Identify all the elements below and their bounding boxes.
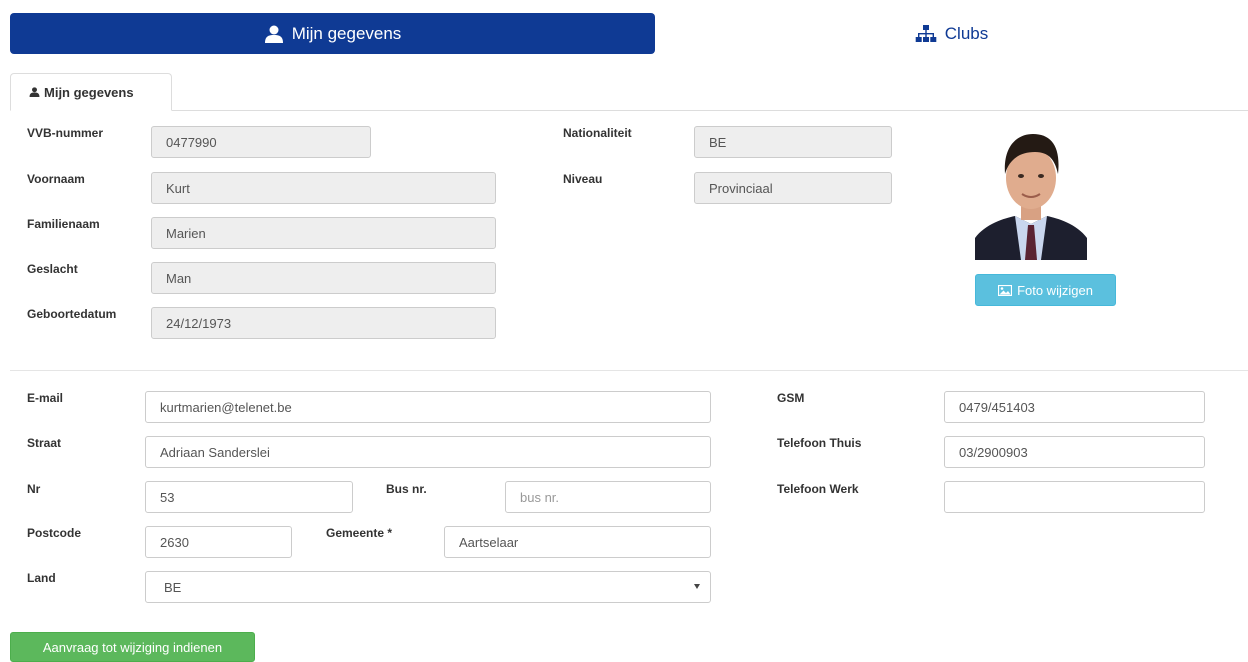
nationality-field: BE: [694, 126, 892, 158]
tab-mijn-gegevens[interactable]: Mijn gegevens: [10, 73, 172, 111]
nav-clubs[interactable]: Clubs: [655, 13, 1248, 54]
top-navigation: Mijn gegevens Clubs: [10, 13, 1248, 54]
email-label: E-mail: [27, 391, 64, 405]
country-selected-value: BE: [164, 579, 182, 595]
lastname-label: Familienaam: [27, 217, 100, 231]
level-field: Provinciaal: [694, 172, 892, 204]
work-phone-input[interactable]: [944, 481, 1205, 513]
country-label: Land: [27, 571, 56, 585]
country-select[interactable]: BE: [145, 571, 711, 603]
sitemap-icon: [915, 24, 937, 42]
chevron-down-icon: [694, 584, 700, 589]
bus-input[interactable]: [505, 481, 711, 513]
street-label: Straat: [27, 436, 62, 450]
postcode-label: Postcode: [27, 526, 82, 540]
vvb-label: VVB-nummer: [27, 126, 104, 140]
gsm-label: GSM: [777, 391, 805, 405]
gender-label: Geslacht: [27, 262, 78, 276]
change-photo-button[interactable]: Foto wijzigen: [975, 274, 1116, 306]
street-input[interactable]: [145, 436, 711, 468]
postcode-input[interactable]: [145, 526, 292, 558]
vvb-field: 0477990: [151, 126, 371, 158]
submit-label: Aanvraag tot wijziging indienen: [42, 639, 223, 655]
bus-label: Bus nr.: [386, 482, 427, 496]
gsm-input[interactable]: [944, 391, 1205, 423]
section-divider: [10, 370, 1248, 371]
tab-label: Mijn gegevens: [44, 84, 134, 100]
nr-input[interactable]: [145, 481, 353, 513]
firstname-label: Voornaam: [27, 172, 85, 186]
home-phone-label: Telefoon Thuis: [777, 436, 862, 450]
user-icon: [29, 87, 40, 97]
change-photo-label: Foto wijzigen: [1017, 282, 1093, 298]
nav-mijn-gegevens[interactable]: Mijn gegevens: [10, 13, 655, 54]
tab-divider: [10, 110, 1248, 111]
city-label: Gemeente *: [326, 526, 393, 540]
lastname-field: Marien: [151, 217, 496, 249]
image-icon: [998, 284, 1013, 296]
nationality-label: Nationaliteit: [563, 126, 632, 140]
work-phone-label: Telefoon Werk: [777, 482, 859, 496]
user-icon: [264, 25, 283, 43]
profile-photo: [975, 128, 1087, 260]
birthdate-field: 24/12/1973: [151, 307, 496, 339]
home-phone-input[interactable]: [944, 436, 1205, 468]
nav-mijn-gegevens-label: Mijn gegevens: [291, 23, 402, 43]
email-input[interactable]: [145, 391, 711, 423]
city-input[interactable]: [444, 526, 711, 558]
birthdate-label: Geboortedatum: [27, 307, 117, 321]
firstname-field: Kurt: [151, 172, 496, 204]
nr-label: Nr: [27, 482, 41, 496]
gender-field: Man: [151, 262, 496, 294]
level-label: Niveau: [563, 172, 603, 186]
nav-clubs-label: Clubs: [944, 23, 989, 43]
